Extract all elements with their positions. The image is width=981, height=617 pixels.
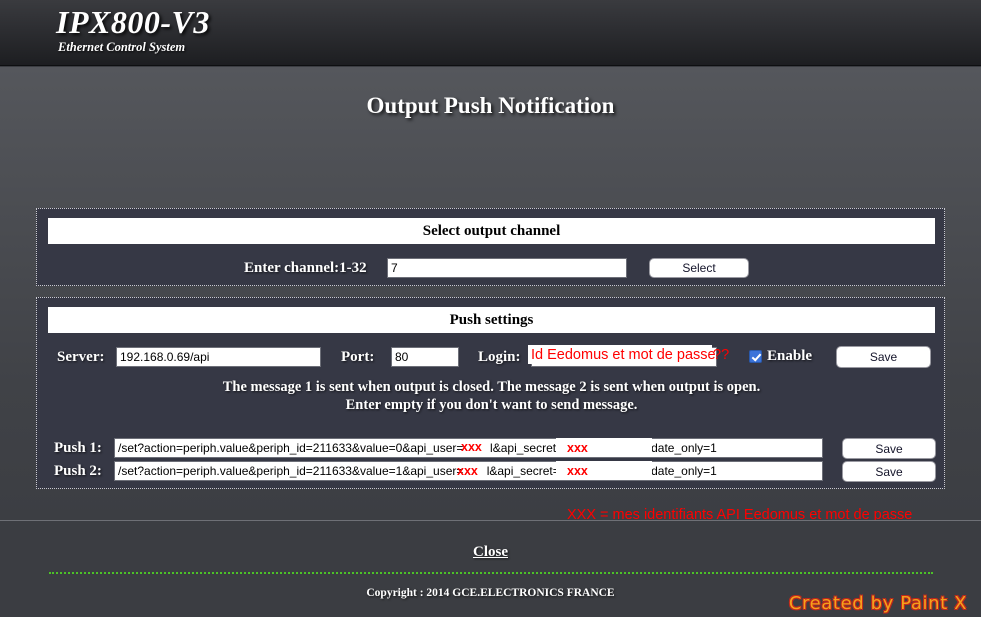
port-field-label: Port:: [341, 349, 375, 365]
brand-subtitle: Ethernet Control System: [58, 40, 186, 54]
save-push-settings-button[interactable]: Save: [836, 346, 931, 368]
page-title: Output Push Notification: [366, 93, 615, 118]
server-input[interactable]: [116, 347, 321, 367]
push-hint-text: The message 1 is sent when output is clo…: [48, 378, 935, 414]
footer-divider: [49, 572, 933, 574]
select-button[interactable]: Select: [649, 258, 749, 278]
push2-input[interactable]: [114, 461, 823, 481]
close-link[interactable]: Close: [0, 544, 981, 561]
push-panel-legend: Push settings: [48, 307, 935, 333]
app-header: IPX800-V3 Ethernet Control System: [0, 0, 981, 66]
push-hint-line-1: The message 1 is sent when output is clo…: [222, 379, 761, 395]
push1-field-label: Push 1:: [54, 440, 102, 456]
channel-input[interactable]: [387, 258, 627, 278]
port-input[interactable]: [391, 347, 459, 367]
server-field-label: Server:: [57, 349, 105, 365]
main-content: Output Push Notification Select output c…: [0, 67, 981, 523]
app-footer: Close Copyright : 2014 GCE.ELECTRONICS F…: [0, 520, 981, 617]
enable-checkbox-wrapper[interactable]: Enable: [749, 348, 812, 365]
copyright-text: Copyright : 2014 GCE.ELECTRONICS FRANCE: [366, 587, 615, 599]
push2-field-label: Push 2:: [54, 463, 102, 479]
login-input[interactable]: [531, 347, 717, 367]
save-push1-button[interactable]: Save: [842, 438, 936, 459]
brand-title: IPX800-V3: [56, 4, 210, 40]
save-push2-button[interactable]: Save: [842, 461, 936, 482]
push-hint-line-2: Enter empty if you don't want to send me…: [345, 397, 638, 413]
channel-field-label: Enter channel:1-32: [244, 260, 367, 276]
channel-panel-legend: Select output channel: [48, 218, 935, 244]
login-field-label: Login:: [478, 349, 521, 365]
app-window: IPX800-V3 Ethernet Control System Output…: [0, 0, 981, 617]
push-settings-panel: Push settings Server: Port: Login: Enabl…: [36, 297, 945, 489]
enable-checkbox[interactable]: [749, 350, 762, 363]
enable-checkbox-label: Enable: [767, 348, 813, 364]
push1-input[interactable]: [114, 438, 823, 458]
select-output-channel-panel: Select output channel Enter channel:1-32…: [36, 208, 945, 286]
